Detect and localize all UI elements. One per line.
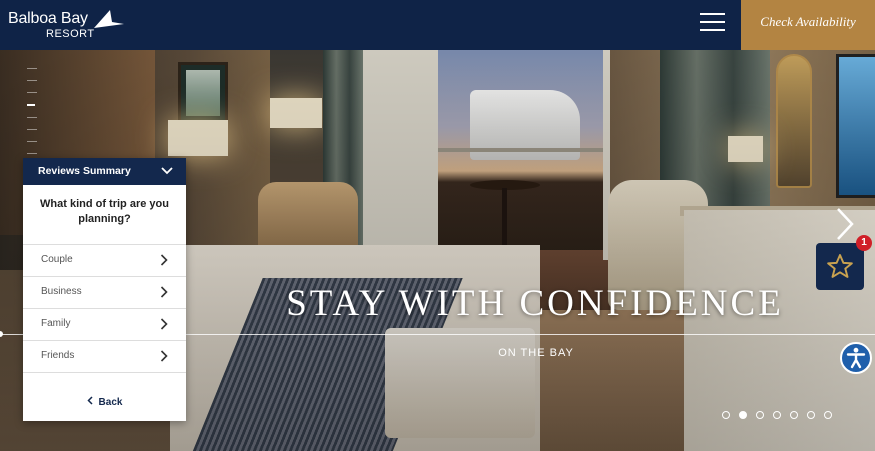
- panel-title: Reviews Summary: [38, 165, 131, 177]
- scroll-indicator: [27, 68, 37, 168]
- tick: [27, 129, 37, 130]
- panel-header[interactable]: Reviews Summary: [23, 158, 186, 185]
- back-label: Back: [98, 397, 123, 408]
- tick: [27, 153, 37, 154]
- chevron-right-icon: [160, 318, 168, 330]
- reviews-summary-panel: Reviews Summary What kind of trip are yo…: [23, 158, 186, 421]
- slide-dot[interactable]: [790, 411, 798, 419]
- tick: [27, 92, 37, 93]
- slide-dot[interactable]: [756, 411, 764, 419]
- chevron-right-icon: [160, 286, 168, 298]
- option-label: Family: [41, 318, 71, 329]
- chevron-right-icon: [160, 254, 168, 266]
- option-couple[interactable]: Couple: [23, 245, 186, 277]
- back-button[interactable]: Back: [23, 396, 186, 408]
- chevron-left-icon: [86, 396, 93, 405]
- option-label: Couple: [41, 254, 73, 265]
- slide-dot[interactable]: [807, 411, 815, 419]
- accessibility-button[interactable]: [840, 342, 872, 374]
- option-friends[interactable]: Friends: [23, 341, 186, 373]
- sail-icon: [94, 10, 124, 28]
- hero-title: STAY WITH CONFIDENCE: [286, 283, 784, 324]
- accessibility-icon: [846, 347, 866, 369]
- brand-logo[interactable]: Balboa Bay RESORT: [8, 8, 128, 42]
- option-label: Friends: [41, 350, 75, 361]
- slide-dot[interactable]: [722, 411, 730, 419]
- menu-button[interactable]: [700, 13, 725, 33]
- chevron-right-icon: [160, 350, 168, 362]
- option-business[interactable]: Business: [23, 277, 186, 309]
- logo-name: Balboa Bay: [8, 10, 88, 27]
- hamburger-line-icon: [700, 13, 725, 15]
- tick: [27, 68, 37, 69]
- star-icon: [827, 254, 853, 278]
- hamburger-line-icon: [700, 29, 725, 31]
- next-slide-button[interactable]: [834, 206, 856, 242]
- option-label: Business: [41, 286, 82, 297]
- hero-subtitle: ON THE BAY: [498, 347, 574, 359]
- option-family[interactable]: Family: [23, 309, 186, 341]
- tick: [27, 80, 37, 81]
- slide-dot[interactable]: [824, 411, 832, 419]
- reviews-badge-button[interactable]: [816, 243, 864, 290]
- chevron-down-icon: [161, 167, 173, 175]
- tick: [27, 141, 37, 142]
- slide-dot[interactable]: [739, 411, 747, 419]
- slide-dot[interactable]: [773, 411, 781, 419]
- hamburger-line-icon: [700, 21, 725, 23]
- chevron-right-icon: [837, 208, 854, 240]
- site-header: Balboa Bay RESORT Check Availability: [0, 0, 875, 50]
- check-availability-button[interactable]: Check Availability: [741, 0, 875, 50]
- trip-options: Couple Business Family Friends: [23, 245, 186, 373]
- slide-dots: [722, 406, 841, 419]
- tick: [27, 117, 37, 118]
- review-count-badge: 1: [856, 235, 872, 251]
- tick-active: [27, 104, 35, 106]
- trip-question: What kind of trip are you planning?: [40, 198, 169, 225]
- logo-resort: RESORT: [46, 28, 95, 40]
